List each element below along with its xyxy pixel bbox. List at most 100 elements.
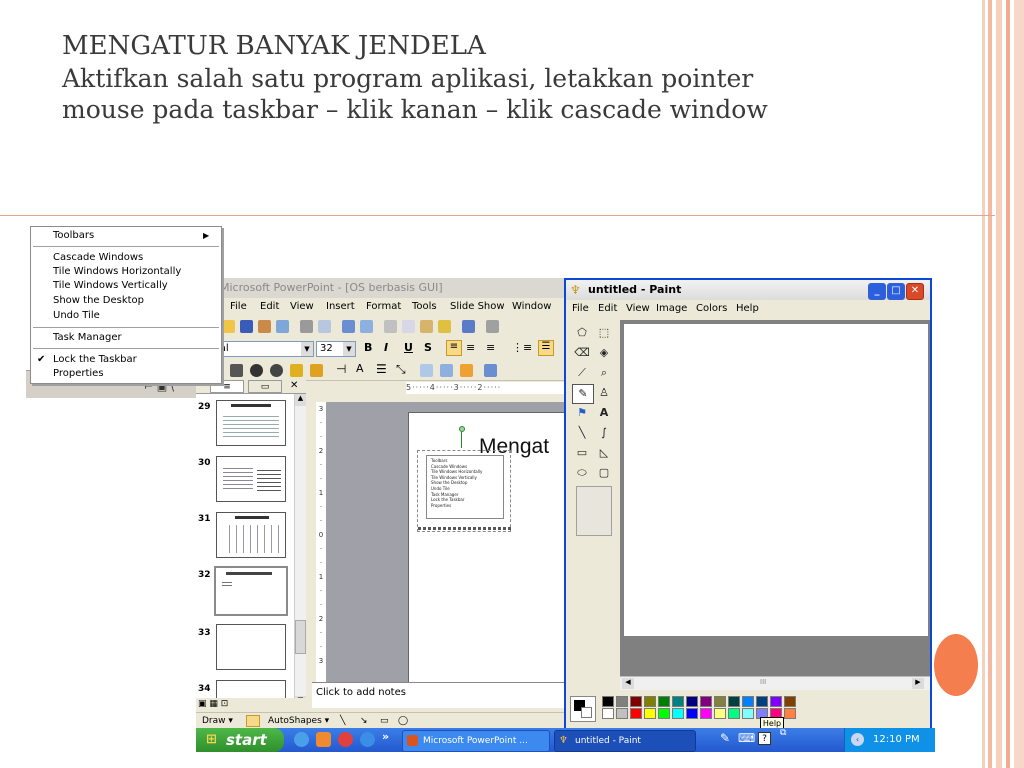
- ellipse-icon[interactable]: ⬭: [572, 464, 592, 482]
- menu-item-cascade-windows[interactable]: Cascade Windows: [53, 251, 143, 264]
- rect-select-icon[interactable]: ⬚: [594, 324, 614, 342]
- current-colors[interactable]: [570, 696, 596, 722]
- tray-chevron-icon[interactable]: ‹: [851, 733, 864, 746]
- eraser-icon[interactable]: ⌫: [572, 344, 592, 362]
- menu-item-tile-vertically[interactable]: Tile Windows Vertically: [53, 279, 168, 292]
- fill-bucket-icon[interactable]: ◈: [594, 344, 614, 362]
- palette-swatch[interactable]: [742, 696, 754, 707]
- chevron-down-icon[interactable]: ▼: [301, 342, 313, 356]
- palette-swatch[interactable]: [672, 696, 684, 707]
- palette-swatch[interactable]: [742, 708, 754, 719]
- arrow-style-icon[interactable]: ⤡: [396, 362, 406, 377]
- color-picker-icon[interactable]: ⟋: [572, 364, 592, 382]
- taskbar-paint[interactable]: ♆ untitled - Paint: [554, 730, 696, 752]
- rectangle-icon[interactable]: ▭: [572, 444, 592, 462]
- bold-button[interactable]: B: [364, 341, 372, 354]
- internet-explorer-icon[interactable]: [294, 732, 309, 747]
- restore-icon[interactable]: ⧉: [780, 728, 786, 738]
- line-tool-icon[interactable]: ╲: [340, 713, 345, 728]
- research-icon[interactable]: [360, 320, 373, 333]
- menu-item-tile-horizontally[interactable]: Tile Windows Horizontally: [53, 265, 181, 278]
- palette-swatch[interactable]: [770, 696, 782, 707]
- ppt-menu-edit[interactable]: Edit: [260, 298, 279, 316]
- paint-menu-image[interactable]: Image: [656, 300, 687, 318]
- palette-swatch[interactable]: [714, 708, 726, 719]
- underline-button[interactable]: U: [404, 341, 413, 354]
- rotation-handle[interactable]: [459, 426, 465, 432]
- menu-item-toolbars[interactable]: Toolbars: [53, 229, 94, 242]
- ppt-menu-slide-show[interactable]: Slide Show: [450, 298, 505, 316]
- palette-swatch[interactable]: [630, 708, 642, 719]
- italic-button[interactable]: I: [384, 341, 388, 354]
- chevron-down-icon[interactable]: ▼: [343, 342, 355, 356]
- line-icon[interactable]: ╲: [572, 424, 592, 442]
- email-icon[interactable]: [276, 320, 289, 333]
- align-right-icon[interactable]: ≡: [486, 341, 495, 354]
- scroll-thumb-grip[interactable]: III: [760, 678, 766, 686]
- menu-item-lock-taskbar[interactable]: Lock the Taskbar: [53, 353, 137, 366]
- paint-menu-file[interactable]: File: [572, 300, 589, 318]
- curve-icon[interactable]: ∫: [594, 424, 614, 442]
- help-icon[interactable]: ?: [758, 732, 771, 745]
- slide-thumbnail[interactable]: [216, 400, 286, 446]
- brush-icon[interactable]: ♙: [594, 384, 614, 402]
- redo-icon[interactable]: [486, 320, 499, 333]
- line-style-icon[interactable]: ☰: [376, 362, 387, 376]
- menu-item-show-desktop[interactable]: Show the Desktop: [53, 294, 144, 307]
- scroll-right-icon[interactable]: ▶: [912, 678, 924, 689]
- palette-swatch[interactable]: [784, 696, 796, 707]
- media-player-icon[interactable]: [338, 732, 353, 747]
- normal-view-icon[interactable]: ▣: [198, 699, 207, 709]
- undo-icon[interactable]: [462, 320, 475, 333]
- notes-pane[interactable]: Click to add notes: [312, 682, 568, 708]
- minimize-button[interactable]: _: [868, 283, 886, 300]
- numbering-icon[interactable]: ⋮≡: [512, 341, 532, 354]
- permission-icon[interactable]: [258, 320, 271, 333]
- start-button[interactable]: ⊞ start: [196, 728, 284, 752]
- embedded-menu-image[interactable]: Toolbars Cascade Windows Tile Windows Ho…: [417, 450, 512, 532]
- free-select-icon[interactable]: ⬠: [572, 324, 592, 342]
- close-icon[interactable]: ✕: [290, 380, 298, 391]
- paint-titlebar[interactable]: ♆ untitled - Paint _ □ ✕: [566, 280, 930, 300]
- paint-horizontal-scrollbar[interactable]: ◀ III ▶: [620, 676, 930, 690]
- palette-swatch[interactable]: [616, 696, 628, 707]
- slide-thumbnail[interactable]: [216, 456, 286, 502]
- menu-item-undo-tile[interactable]: Undo Tile: [53, 309, 100, 322]
- align-center-icon[interactable]: ≡: [466, 341, 475, 354]
- airbrush-icon[interactable]: ⚑: [572, 404, 592, 422]
- paint-menu-help[interactable]: Help: [736, 300, 759, 318]
- palette-swatch[interactable]: [700, 708, 712, 719]
- menu-item-properties[interactable]: Properties: [53, 367, 104, 380]
- ppt-menu-tools[interactable]: Tools: [412, 298, 437, 316]
- format-painter-icon[interactable]: [438, 320, 451, 333]
- palette-swatch[interactable]: [784, 708, 796, 719]
- text-icon[interactable]: A: [594, 404, 614, 422]
- pen-icon[interactable]: ✎: [720, 731, 730, 745]
- autoshapes-menu-button[interactable]: AutoShapes ▾: [268, 713, 329, 728]
- tab-slides[interactable]: ▭: [248, 380, 282, 393]
- wordart-icon[interactable]: [310, 364, 323, 377]
- save-icon[interactable]: [240, 320, 253, 333]
- paint-menu-edit[interactable]: Edit: [598, 300, 617, 318]
- powerpoint-titlebar[interactable]: Microsoft PowerPoint - [OS berbasis GUI]: [196, 278, 568, 298]
- spelling-icon[interactable]: [342, 320, 355, 333]
- tool-options-box[interactable]: [576, 486, 612, 536]
- design-icon[interactable]: [484, 364, 497, 377]
- ppt-menu-view[interactable]: View: [290, 298, 314, 316]
- scroll-up-icon[interactable]: ▲: [295, 394, 306, 406]
- menu-item-task-manager[interactable]: Task Manager: [53, 331, 122, 344]
- browser-icon[interactable]: [360, 732, 375, 747]
- rounded-rect-icon[interactable]: ▢: [594, 464, 614, 482]
- scroll-thumb[interactable]: [295, 620, 306, 654]
- palette-swatch[interactable]: [658, 708, 670, 719]
- diagram-icon[interactable]: [250, 364, 263, 377]
- palette-swatch[interactable]: [728, 708, 740, 719]
- palette-swatch[interactable]: [714, 696, 726, 707]
- ppt-menu-file[interactable]: File: [230, 298, 247, 316]
- clipart-icon[interactable]: [270, 364, 283, 377]
- align-left-icon[interactable]: ≡: [446, 340, 462, 356]
- palette-swatch[interactable]: [672, 708, 684, 719]
- shadow-button[interactable]: S: [424, 341, 432, 354]
- palette-swatch[interactable]: [616, 708, 628, 719]
- slide-canvas[interactable]: Mengat Toolbars Cascade Windows Tile Win…: [408, 412, 568, 682]
